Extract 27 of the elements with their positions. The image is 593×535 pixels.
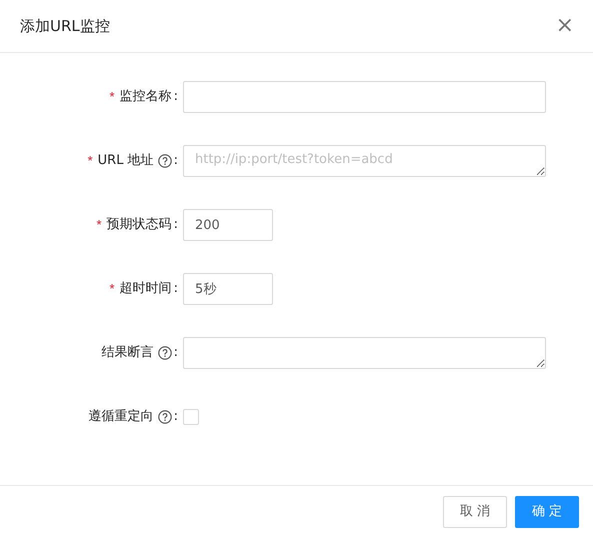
required-mark: * xyxy=(96,216,102,234)
dialog-title: 添加URL监控 xyxy=(20,16,110,37)
checkbox[interactable] xyxy=(183,409,199,425)
field-label: 超时时间 xyxy=(120,280,172,298)
required-mark: * xyxy=(88,152,93,170)
field-label: 遵循重定向 xyxy=(88,408,154,426)
required-mark: * xyxy=(110,88,115,106)
text-field[interactable] xyxy=(183,81,546,113)
field-label: URL 地址 xyxy=(98,152,154,170)
required-mark: * xyxy=(110,280,115,298)
field-label: 结果断言 xyxy=(102,344,154,362)
text-area[interactable]: http://ip:port/test?token=abcd xyxy=(183,145,546,177)
colon: : xyxy=(174,88,178,106)
help-icon[interactable] xyxy=(158,410,172,424)
help-icon[interactable] xyxy=(158,346,172,360)
colon: : xyxy=(174,280,178,298)
field-label: 监控名称 xyxy=(120,88,172,106)
colon: : xyxy=(174,152,178,170)
colon: : xyxy=(174,344,178,362)
text-field[interactable]: 5秒 xyxy=(183,273,273,305)
text-field[interactable]: 200 xyxy=(183,209,273,241)
cancel-button[interactable]: 取 消 xyxy=(443,496,507,528)
close-button[interactable]: × xyxy=(552,15,578,37)
help-icon[interactable] xyxy=(158,154,172,168)
colon: : xyxy=(174,216,178,234)
colon: : xyxy=(174,408,178,426)
field-label: 预期状态码 xyxy=(106,216,172,234)
